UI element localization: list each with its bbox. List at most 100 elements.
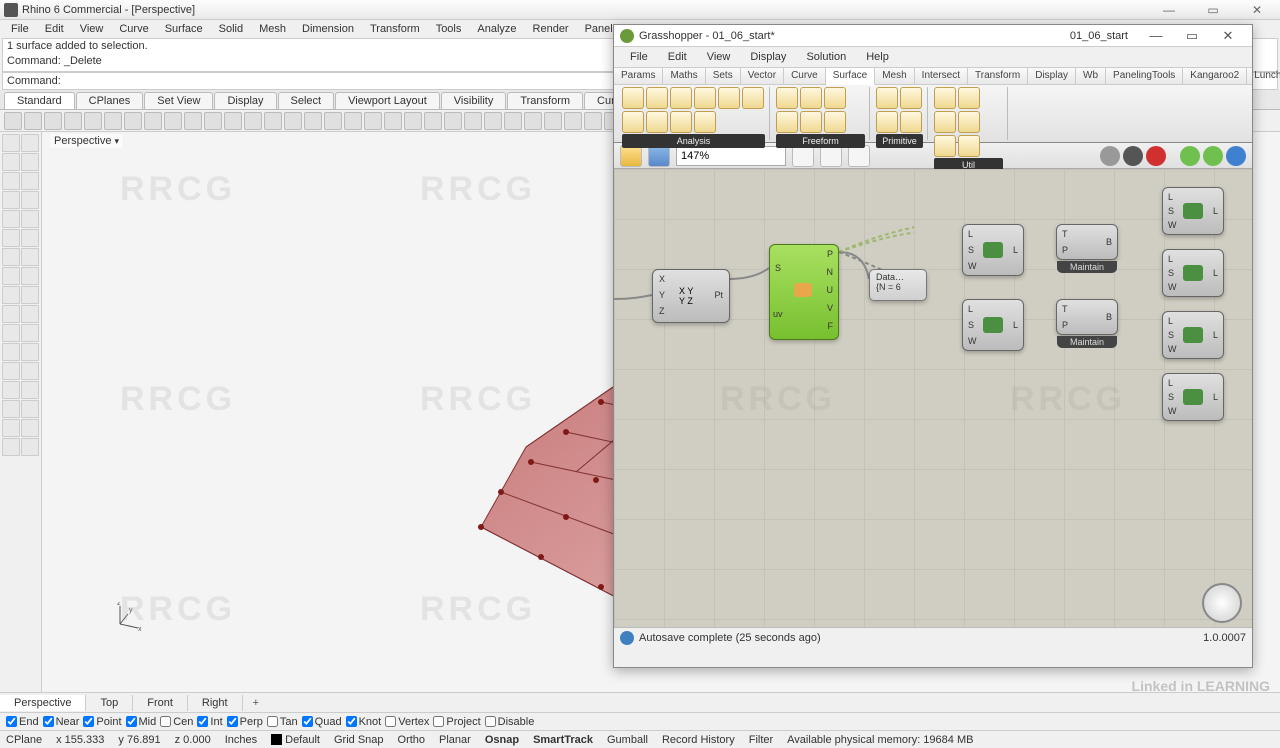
status-gumball[interactable]: Gumball (607, 734, 648, 746)
ricon-freeform-1[interactable] (776, 87, 798, 109)
ricon-analysis-10[interactable] (694, 111, 716, 133)
menu-tools[interactable]: Tools (429, 23, 469, 35)
gh-preview-mesh[interactable] (1203, 146, 1223, 166)
tool-scale[interactable] (21, 400, 39, 418)
ricon-analysis-1[interactable] (622, 87, 644, 109)
tool-curve-interp[interactable] (21, 210, 39, 228)
vtab-top[interactable]: Top (86, 695, 133, 711)
osnap-cen[interactable]: Cen (160, 716, 193, 728)
menu-surface[interactable]: Surface (158, 23, 210, 35)
ricon-analysis-9[interactable] (670, 111, 692, 133)
tool-copy2[interactable] (21, 381, 39, 399)
menu-analyze[interactable]: Analyze (470, 23, 523, 35)
tool-paste[interactable] (124, 112, 142, 130)
tool-grasshopper[interactable] (504, 112, 522, 130)
menu-dimension[interactable]: Dimension (295, 23, 361, 35)
osnap-vertex[interactable]: Vertex (385, 716, 429, 728)
status-osnap[interactable]: Osnap (485, 734, 519, 746)
osnap-mid[interactable]: Mid (126, 716, 157, 728)
ricon-analysis-5[interactable] (718, 87, 740, 109)
tool-new[interactable] (4, 112, 22, 130)
tool-help[interactable] (544, 112, 562, 130)
tool-extrude[interactable] (2, 286, 20, 304)
tool-pan[interactable] (184, 112, 202, 130)
tab-viewportlayout[interactable]: Viewport Layout (335, 92, 440, 109)
tool-save[interactable] (44, 112, 62, 130)
gh-preview-settings[interactable] (1226, 146, 1246, 166)
component-sort-3[interactable]: L S W L (1162, 311, 1224, 359)
tool-copy[interactable] (104, 112, 122, 130)
vtab-perspective[interactable]: Perspective (0, 695, 86, 711)
ctab-kangaroo[interactable]: Kangaroo2 (1183, 68, 1247, 84)
ricon-analysis-4[interactable] (694, 87, 716, 109)
ribbon-label-analysis[interactable]: Analysis (622, 134, 765, 148)
tool-split[interactable] (2, 343, 20, 361)
tool-zoom[interactable] (224, 112, 242, 130)
gh-preview-selected[interactable] (1180, 146, 1200, 166)
component-construct-point[interactable]: X Y Z Pt X YY Z (652, 269, 730, 323)
tool-box[interactable] (21, 229, 39, 247)
menu-curve[interactable]: Curve (112, 23, 155, 35)
tool-explode[interactable] (2, 362, 20, 380)
tool-circle[interactable] (2, 172, 20, 190)
component-maintain-1[interactable]: T P B Maintain (1056, 224, 1118, 260)
ricon-primitive-1[interactable] (876, 87, 898, 109)
status-layer[interactable]: Default (271, 734, 320, 746)
ctab-surface[interactable]: Surface (826, 68, 875, 85)
tool-rotate[interactable] (204, 112, 222, 130)
tool-show[interactable] (444, 112, 462, 130)
gh-wireframe-preview[interactable] (1100, 146, 1120, 166)
ricon-analysis-6[interactable] (742, 87, 764, 109)
tool-lasso[interactable] (21, 134, 39, 152)
ctab-maths[interactable]: Maths (663, 68, 705, 84)
component-panel[interactable]: Data… {N = 6 (869, 269, 927, 301)
tab-display[interactable]: Display (214, 92, 276, 109)
tool-array[interactable] (21, 419, 39, 437)
tool-move[interactable] (2, 381, 20, 399)
gh-menu-edit[interactable]: Edit (658, 51, 697, 63)
component-maintain-2[interactable]: T P B Maintain (1056, 299, 1118, 335)
tool-misc1[interactable] (564, 112, 582, 130)
gh-shaded-preview[interactable] (1123, 146, 1143, 166)
vtab-front[interactable]: Front (133, 695, 188, 711)
ricon-analysis-3[interactable] (670, 87, 692, 109)
component-evaluate-surface[interactable]: S uv P N U V F (769, 244, 839, 340)
tool-sweep[interactable] (21, 305, 39, 323)
tool-surface-gen[interactable] (21, 267, 39, 285)
ricon-util-3[interactable] (934, 111, 956, 133)
status-record[interactable]: Record History (662, 734, 735, 746)
tool-lock[interactable] (464, 112, 482, 130)
tab-select[interactable]: Select (278, 92, 335, 109)
ricon-freeform-5[interactable] (800, 111, 822, 133)
gh-menu-view[interactable]: View (697, 51, 741, 63)
ricon-util-2[interactable] (958, 87, 980, 109)
menu-transform[interactable]: Transform (363, 23, 427, 35)
tab-cplanes[interactable]: CPlanes (76, 92, 144, 109)
osnap-point[interactable]: Point (83, 716, 121, 728)
status-ortho[interactable]: Ortho (398, 734, 426, 746)
menu-mesh[interactable]: Mesh (252, 23, 293, 35)
ctab-transform[interactable]: Transform (968, 68, 1028, 84)
tool-curve-control[interactable] (2, 210, 20, 228)
tool-mesh[interactable] (2, 267, 20, 285)
tool-rect[interactable] (2, 191, 20, 209)
ricon-freeform-3[interactable] (824, 87, 846, 109)
vtab-right[interactable]: Right (188, 695, 243, 711)
ctab-lunchbox[interactable]: LunchBox (1247, 68, 1280, 84)
tool-layers[interactable] (384, 112, 402, 130)
menu-render[interactable]: Render (526, 23, 576, 35)
ctab-params[interactable]: Params (614, 68, 663, 84)
tool-unlock[interactable] (484, 112, 502, 130)
minimize-button[interactable]: — (1154, 3, 1184, 17)
ctab-mesh[interactable]: Mesh (875, 68, 914, 84)
gh-menu-help[interactable]: Help (856, 51, 899, 63)
menu-view[interactable]: View (73, 23, 111, 35)
gh-menu-display[interactable]: Display (740, 51, 796, 63)
ricon-analysis-2[interactable] (646, 87, 668, 109)
gh-minimize-button[interactable]: — (1138, 25, 1174, 47)
maximize-button[interactable]: ▭ (1198, 3, 1228, 17)
tool-point[interactable] (2, 153, 20, 171)
gh-compass[interactable] (1202, 583, 1242, 623)
osnap-knot[interactable]: Knot (346, 716, 382, 728)
tool-loft[interactable] (2, 305, 20, 323)
